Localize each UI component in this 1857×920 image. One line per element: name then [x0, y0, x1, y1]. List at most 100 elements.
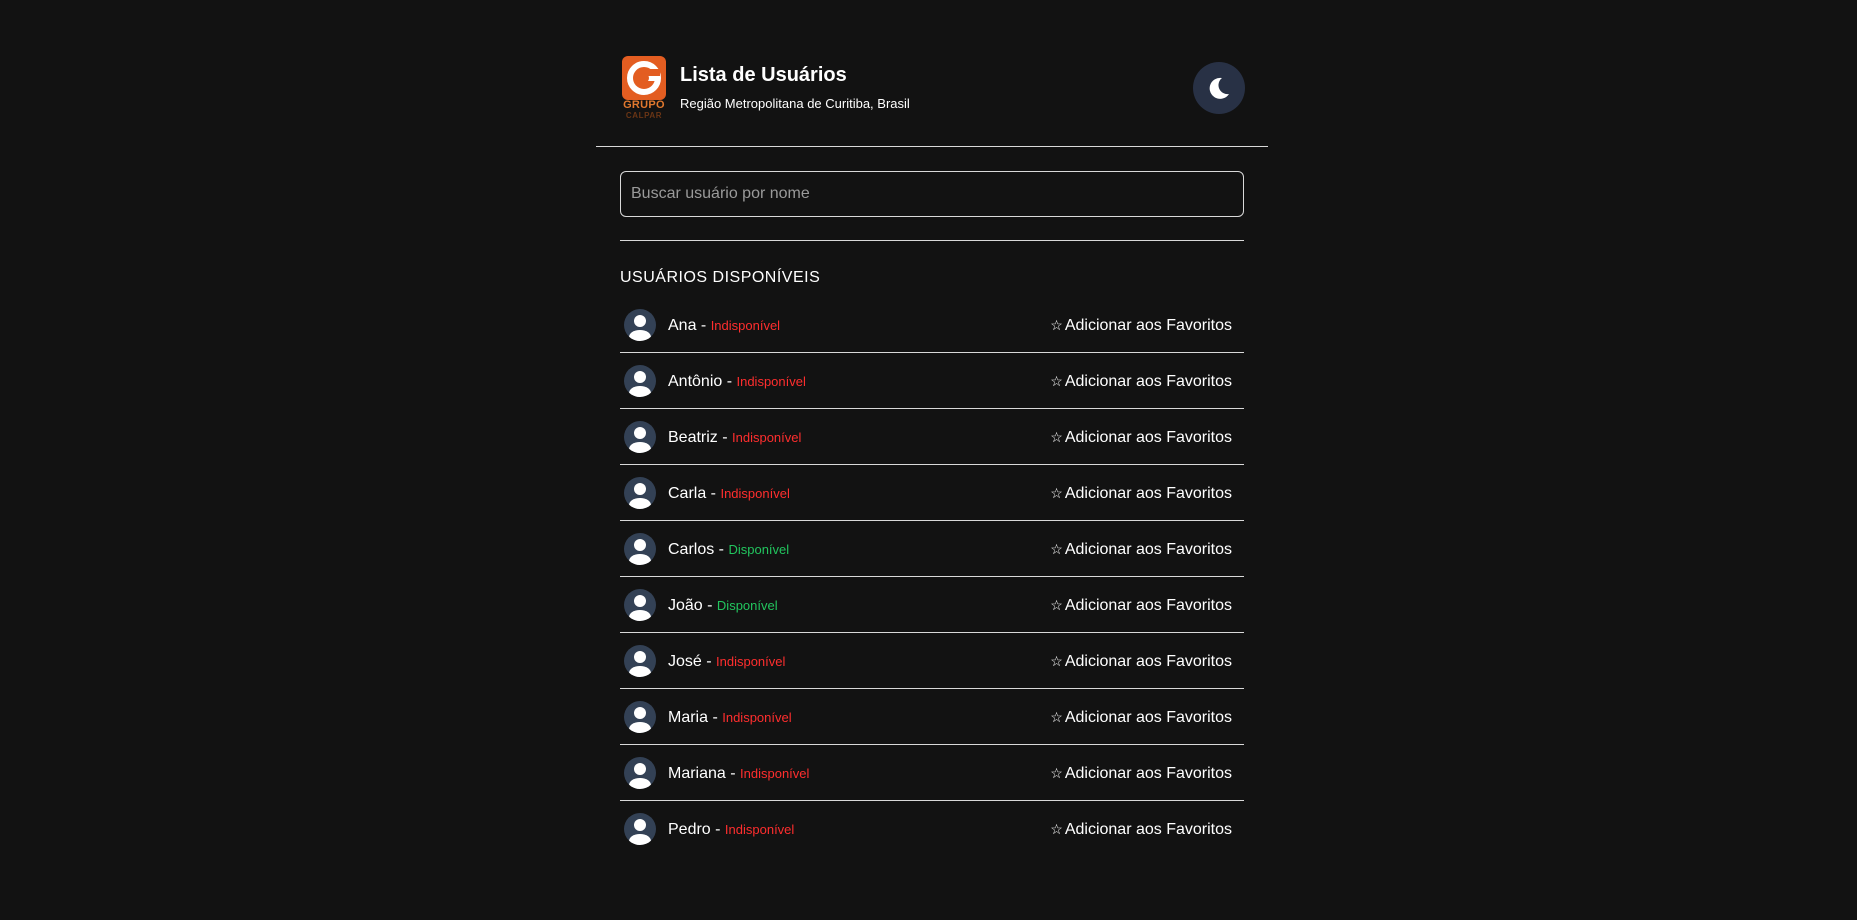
user-name: João — [668, 597, 703, 614]
avatar — [624, 757, 656, 789]
add-favorite-label: Adicionar aos Favoritos — [1064, 317, 1232, 334]
separator: - — [696, 317, 711, 334]
user-name: Antônio — [668, 373, 723, 390]
star-icon: ☆ — [1050, 429, 1063, 445]
avatar — [624, 365, 656, 397]
add-favorite-label: Adicionar aos Favoritos — [1064, 653, 1232, 670]
add-favorite-button[interactable]: ☆ Adicionar aos Favoritos — [1050, 372, 1232, 391]
user-icon — [629, 763, 651, 789]
add-favorite-button[interactable]: ☆ Adicionar aos Favoritos — [1050, 484, 1232, 503]
list-item: Ana - Indisponível ☆ Adicionar aos Favorit… — [620, 297, 1244, 353]
moon-icon — [1209, 77, 1229, 99]
list-item: Carlos - Disponível ☆ Adicionar aos Favori… — [620, 521, 1244, 577]
user-name: Mariana — [668, 765, 726, 782]
user-icon — [629, 539, 651, 565]
separator: - — [702, 597, 717, 614]
list-item: Antônio - Indisponível ☆ Adicionar aos Fav… — [620, 353, 1244, 409]
separator: - — [706, 485, 721, 502]
user-icon — [629, 819, 651, 845]
star-icon: ☆ — [1050, 709, 1063, 725]
add-favorite-label: Adicionar aos Favoritos — [1064, 541, 1232, 558]
theme-toggle-button[interactable] — [1193, 62, 1245, 114]
app-container: GRUPO CALPAR Lista de Usuários Região Me… — [596, 0, 1268, 845]
separator: - — [701, 653, 717, 670]
add-favorite-label: Adicionar aos Favoritos — [1064, 821, 1232, 838]
status-text: Indisponível — [724, 822, 795, 837]
add-favorite-button[interactable]: ☆ Adicionar aos Favoritos — [1050, 820, 1232, 839]
add-favorite-button[interactable]: ☆ Adicionar aos Favoritos — [1050, 316, 1232, 335]
status-text: Indisponível — [722, 710, 792, 725]
user-name: Carlos — [668, 541, 715, 558]
user-info: Carlos - Disponível — [668, 540, 789, 559]
logo-badge — [622, 56, 666, 100]
user-name: José — [668, 653, 702, 670]
add-favorite-button[interactable]: ☆ Adicionar aos Favoritos — [1050, 764, 1232, 783]
user-info: Maria - Indisponível — [668, 708, 792, 727]
user-name: Ana — [668, 317, 697, 334]
star-icon: ☆ — [1050, 653, 1063, 669]
avatar — [624, 813, 656, 845]
page-title: Lista de Usuários — [680, 64, 847, 86]
separator: - — [708, 709, 723, 726]
star-icon: ☆ — [1050, 373, 1063, 389]
section-title: USUÁRIOS DISPONÍVEIS — [620, 269, 821, 286]
list-item: Pedro - Indisponível ☆ Adicionar aos Favor… — [620, 801, 1244, 857]
user-name: Maria — [668, 709, 709, 726]
list-item: Maria - Indisponível ☆ Adicionar aos Favor… — [620, 689, 1244, 745]
status-text: Indisponível — [716, 654, 786, 669]
star-icon: ☆ — [1050, 317, 1063, 333]
status-text: Indisponível — [720, 486, 790, 501]
user-list: Ana - Indisponível ☆ Adicionar aos Favorit… — [620, 297, 1244, 857]
status-text: Disponível — [728, 542, 790, 557]
user-info: Carla - Indisponível — [668, 484, 790, 503]
list-item: Beatriz - Indisponível ☆ Adicionar aos Fav… — [620, 409, 1244, 465]
user-icon — [629, 483, 651, 509]
star-icon: ☆ — [1050, 765, 1063, 781]
user-info: Antônio - Indisponível — [668, 372, 806, 391]
star-icon: ☆ — [1050, 541, 1063, 557]
user-name: Beatriz — [668, 429, 718, 446]
divider — [620, 240, 1244, 241]
avatar — [624, 477, 656, 509]
avatar — [624, 701, 656, 733]
status-text: Indisponível — [732, 430, 802, 445]
user-info: Beatriz - Indisponível — [668, 428, 801, 447]
user-name: Pedro — [668, 821, 711, 838]
logo-text-calpar: CALPAR — [625, 111, 663, 120]
company-logo: GRUPO CALPAR — [622, 56, 666, 120]
user-icon — [629, 315, 651, 341]
add-favorite-button[interactable]: ☆ Adicionar aos Favoritos — [1050, 652, 1232, 671]
header: GRUPO CALPAR Lista de Usuários Região Me… — [596, 0, 1268, 147]
add-favorite-button[interactable]: ☆ Adicionar aos Favoritos — [1050, 596, 1232, 615]
separator: - — [714, 541, 729, 558]
user-info: Mariana - Indisponível — [668, 764, 809, 783]
add-favorite-label: Adicionar aos Favoritos — [1064, 597, 1232, 614]
search-input[interactable] — [621, 172, 1243, 216]
star-icon: ☆ — [1050, 597, 1063, 613]
add-favorite-button[interactable]: ☆ Adicionar aos Favoritos — [1050, 540, 1232, 559]
add-favorite-button[interactable]: ☆ Adicionar aos Favoritos — [1050, 428, 1232, 447]
separator: - — [725, 765, 741, 782]
user-info: João - Disponível — [668, 596, 778, 615]
status-text: Indisponível — [710, 318, 781, 333]
add-favorite-button[interactable]: ☆ Adicionar aos Favoritos — [1050, 708, 1232, 727]
add-favorite-label: Adicionar aos Favoritos — [1064, 765, 1232, 782]
add-favorite-label: Adicionar aos Favoritos — [1064, 485, 1232, 502]
star-icon: ☆ — [1050, 485, 1063, 501]
user-icon — [629, 427, 651, 453]
add-favorite-label: Adicionar aos Favoritos — [1064, 709, 1232, 726]
list-item: José - Indisponível ☆ Adicionar aos Favori… — [620, 633, 1244, 689]
separator: - — [722, 373, 737, 390]
list-item: Carla - Indisponível ☆ Adicionar aos Favor… — [620, 465, 1244, 521]
user-icon — [629, 371, 651, 397]
status-text: Indisponível — [736, 374, 806, 389]
avatar — [624, 421, 656, 453]
avatar — [624, 533, 656, 565]
user-name: Carla — [668, 485, 707, 502]
separator: - — [717, 429, 733, 446]
status-text: Disponível — [716, 598, 778, 613]
status-text: Indisponível — [740, 766, 810, 781]
search-box — [620, 171, 1244, 217]
logo-text-grupo: GRUPO — [623, 99, 665, 111]
user-icon — [629, 651, 651, 677]
